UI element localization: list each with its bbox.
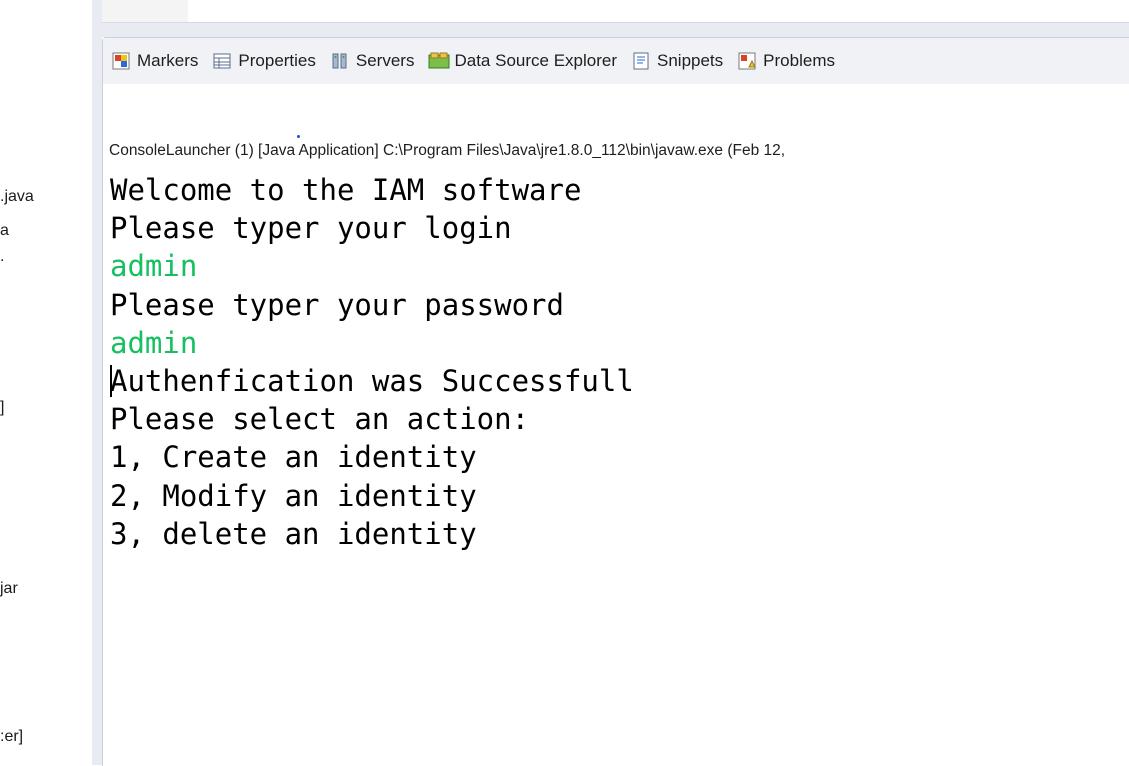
console-output-line: 3, delete an identity [110,516,477,551]
left-item-java[interactable]: .java [0,188,34,206]
console-launch-info: ConsoleLauncher (1) [Java Application] C… [109,142,786,159]
tab-label: Data Source Explorer [454,51,617,70]
text-cursor [110,364,112,397]
console-output-line: Please typer your password [110,287,564,322]
tab-markers[interactable]: Markers [111,51,198,71]
properties-icon [212,51,232,71]
view-tab-bar: Markers Properties Servers Data Source E… [103,38,1129,84]
tab-data-source-explorer[interactable]: Data Source Explorer [428,51,617,71]
tab-label: Properties [238,51,316,70]
console-output-line: 2, Modify an identity [110,478,477,513]
servers-icon [330,51,350,71]
left-item-er[interactable]: :er] [0,728,23,746]
problems-icon [737,51,757,71]
tab-properties[interactable]: Properties [212,51,316,71]
tab-snippets[interactable]: Snippets [631,51,723,71]
tab-problems[interactable]: Problems [737,51,835,71]
view-sash[interactable] [102,23,1129,37]
snippets-icon [631,51,651,71]
sash-divider[interactable] [92,0,102,765]
left-item-dot[interactable]: . [0,248,4,266]
markers-icon [111,51,131,71]
left-item-jar[interactable]: jar [0,580,18,598]
tab-label: Markers [137,51,199,70]
console-input-line: admin [110,249,198,284]
project-explorer-strip: .java a . ] jar :er] [0,0,92,765]
status-dot [297,135,300,138]
editor-area [102,0,1129,23]
tab-servers[interactable]: Servers [330,51,415,71]
tab-label: Servers [355,51,415,70]
console-input-line: admin [110,325,198,360]
left-item-a[interactable]: a [0,222,9,240]
console-output-line: Authenfication was Successfull [110,363,634,398]
console-output-line: 1, Create an identity [110,440,477,475]
console-output-line: Welcome to the IAM software [110,173,582,207]
left-item-bracket[interactable]: ] [0,399,4,417]
data-source-explorer-icon [428,51,450,71]
tab-label: Problems [763,51,835,70]
console-output-line: Please select an action: [110,402,530,437]
tab-label: Snippets [657,51,724,70]
console-output-line: Please typer your login [110,211,512,246]
console-output[interactable]: Welcome to the IAM software Please typer … [110,171,634,553]
editor-ruler [102,0,188,22]
console-view: Markers Properties Servers Data Source E… [102,37,1129,766]
